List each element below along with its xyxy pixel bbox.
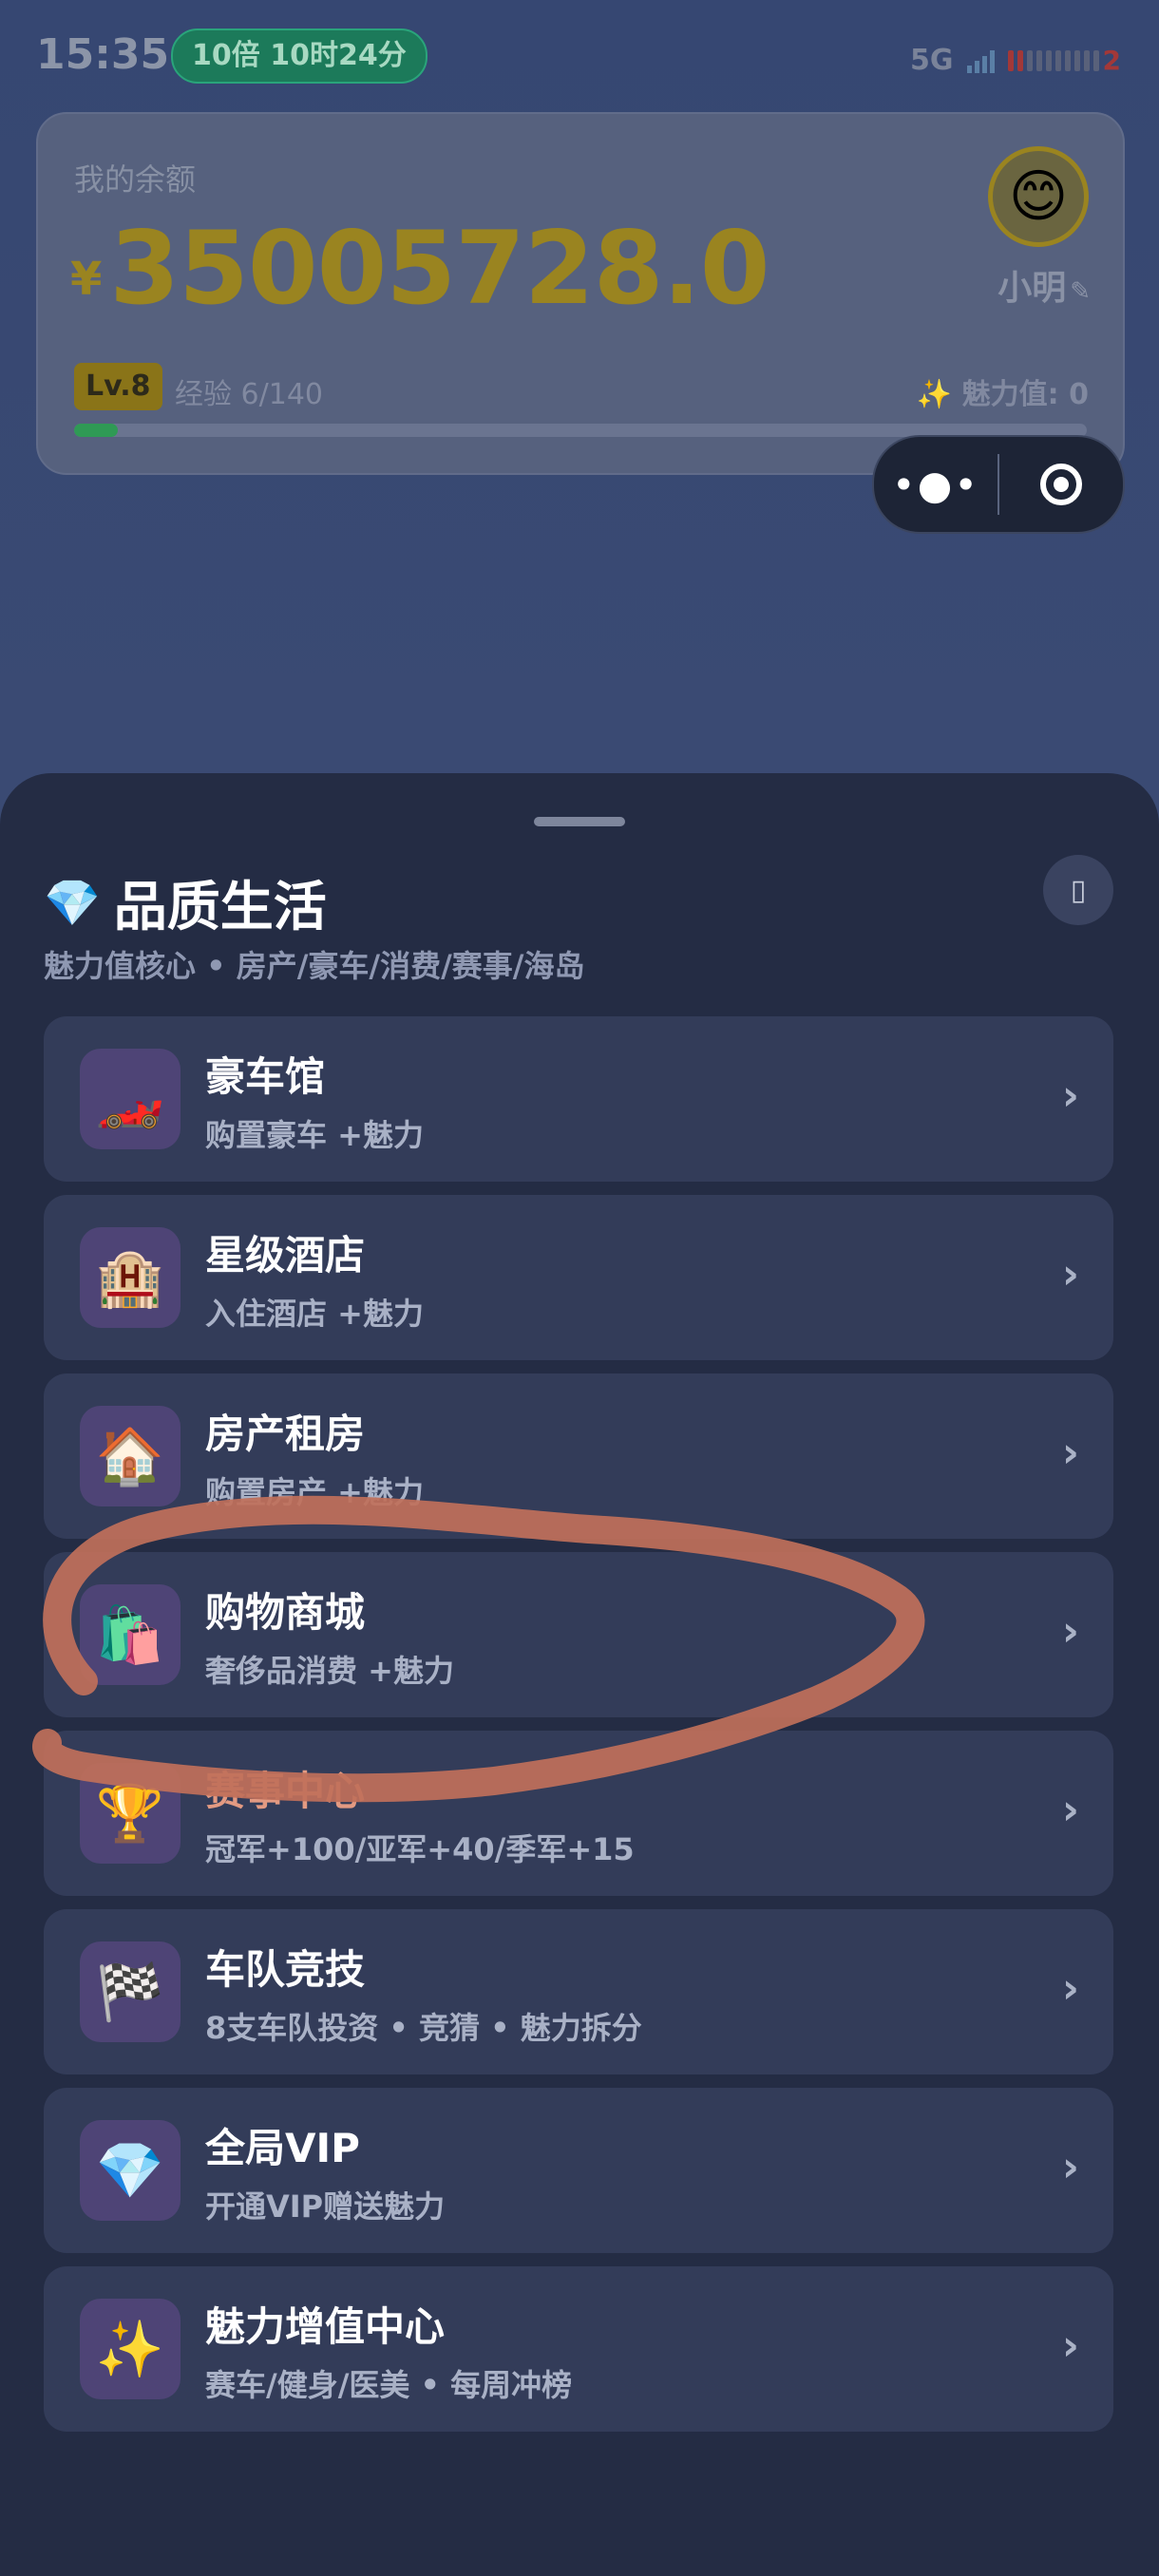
menu-item-desc: 赛车/健身/医美 • 每周冲榜 [205, 2367, 573, 2403]
bottom-sheet: 💎 品质生活 魅力值核心 • 房产/豪车/消费/赛事/海岛 ▯ 🏎️ 豪车馆 购… [0, 773, 1159, 2576]
gem-icon: 💎 [80, 2120, 180, 2221]
menu-item-vip[interactable]: 💎 全局VIP 开通VIP赠送魅力 › [44, 2088, 1113, 2253]
battery-icon: 2 [1007, 45, 1121, 76]
close-icon[interactable]: ▯ [1043, 855, 1113, 925]
level-badge: Lv.8 [74, 363, 162, 410]
target-icon [1040, 464, 1082, 505]
menu-item-charm-center[interactable]: ✨ 魅力增值中心 赛车/健身/医美 • 每周冲榜 › [44, 2266, 1113, 2432]
chevron-right-icon: › [1061, 1607, 1079, 1656]
menu-item-property[interactable]: 🏠 房产租房 购置房产 +魅力 › [44, 1373, 1113, 1539]
menu-item-title: 购物商城 [205, 1589, 366, 1636]
menu-item-luxury-cars[interactable]: 🏎️ 豪车馆 购置豪车 +魅力 › [44, 1016, 1113, 1182]
menu-item-events[interactable]: 🏆 赛事中心 冠军+100/亚军+40/季军+15 › [44, 1731, 1113, 1896]
menu-item-shopping-mall[interactable]: 🛍️ 购物商城 奢侈品消费 +魅力 › [44, 1552, 1113, 1717]
status-time: 15:35 [36, 30, 170, 79]
chevron-right-icon: › [1061, 1964, 1079, 2013]
feature-menu: 🏎️ 豪车馆 购置豪车 +魅力 › 🏨 星级酒店 入住酒店 +魅力 › 🏠 房产… [44, 1016, 1113, 2445]
menu-item-desc: 开通VIP赠送魅力 [205, 2188, 446, 2225]
menu-item-desc: 购置房产 +魅力 [205, 1474, 424, 1510]
sheet-header: 💎 品质生活 [44, 864, 327, 941]
avatar[interactable]: 😊 [988, 146, 1089, 247]
pencil-icon: ✎ [1070, 277, 1091, 306]
charm-value: ✨ 魅力值: 0 [917, 370, 1089, 412]
balance-label: 我的余额 [74, 161, 197, 198]
menu-item-team-racing[interactable]: 🏁 车队竞技 8支车队投资 • 竞猜 • 魅力拆分 › [44, 1909, 1113, 2074]
sparkles-icon: ✨ [80, 2299, 180, 2399]
menu-item-title: 房产租房 [205, 1411, 366, 1457]
menu-item-desc: 购置豪车 +魅力 [205, 1117, 424, 1153]
capsule-close-button[interactable] [999, 464, 1123, 505]
menu-item-hotel[interactable]: 🏨 星级酒店 入住酒店 +魅力 › [44, 1195, 1113, 1360]
miniprogram-capsule: •●• [872, 435, 1125, 534]
hotel-icon: 🏨 [80, 1227, 180, 1328]
chevron-right-icon: › [1061, 1786, 1079, 1834]
gem-icon: 💎 [44, 877, 101, 930]
status-pill: 10倍 10时24分 [171, 28, 428, 84]
network-type: 5G [910, 44, 954, 77]
menu-item-title: 魅力增值中心 [205, 2303, 446, 2350]
menu-item-title: 车队竞技 [205, 1946, 366, 1993]
status-indicators: 5G 2 [910, 44, 1121, 77]
signal-icon [966, 48, 995, 73]
sheet-subtitle: 魅力值核心 • 房产/豪车/消费/赛事/海岛 [44, 948, 585, 984]
username-text: 小明 [998, 269, 1067, 308]
experience-text: 经验 6/140 [175, 378, 323, 411]
charm-text: 魅力值: 0 [961, 378, 1089, 411]
balance-amount: ¥ 35005728.0 [70, 210, 770, 327]
trophy-icon: 🏆 [80, 1763, 180, 1864]
menu-item-title: 全局VIP [205, 2125, 360, 2171]
balance-card: 我的余额 ¥ 35005728.0 😊 小明 ✎ Lv.8 经验 6/140 ✨ … [36, 112, 1125, 475]
house-icon: 🏠 [80, 1406, 180, 1506]
sparkle-icon: ✨ [916, 378, 953, 411]
sheet-drag-handle[interactable] [534, 817, 625, 826]
menu-item-desc: 入住酒店 +魅力 [205, 1296, 424, 1332]
status-bar: 15:35 10倍 10时24分 5G 2 [0, 0, 1159, 114]
shopping-bags-icon: 🛍️ [80, 1584, 180, 1685]
chevron-right-icon: › [1061, 1071, 1079, 1120]
sheet-title: 品质生活 [113, 877, 327, 938]
menu-item-title: 星级酒店 [205, 1232, 366, 1279]
menu-item-desc: 奢侈品消费 +魅力 [205, 1653, 454, 1689]
checkered-flag-icon: 🏁 [80, 1941, 180, 2042]
chevron-right-icon: › [1061, 1429, 1079, 1477]
menu-item-desc: 冠军+100/亚军+40/季军+15 [205, 1831, 635, 1867]
battery-level: 2 [1102, 45, 1121, 76]
race-car-icon: 🏎️ [80, 1049, 180, 1149]
chevron-right-icon: › [1061, 2321, 1079, 2370]
experience-progress-fill [74, 424, 118, 437]
menu-item-desc: 8支车队投资 • 竞猜 • 魅力拆分 [205, 2010, 642, 2046]
menu-item-title: 豪车馆 [205, 1053, 326, 1100]
menu-item-title: 赛事中心 [205, 1768, 366, 1814]
currency-symbol: ¥ [70, 253, 103, 306]
chevron-right-icon: › [1061, 1250, 1079, 1298]
more-dots-icon[interactable]: •●• [874, 462, 998, 508]
balance-value: 35005728.0 [109, 210, 770, 327]
username[interactable]: 小明 ✎ [998, 260, 1091, 310]
chevron-right-icon: › [1061, 2143, 1079, 2191]
